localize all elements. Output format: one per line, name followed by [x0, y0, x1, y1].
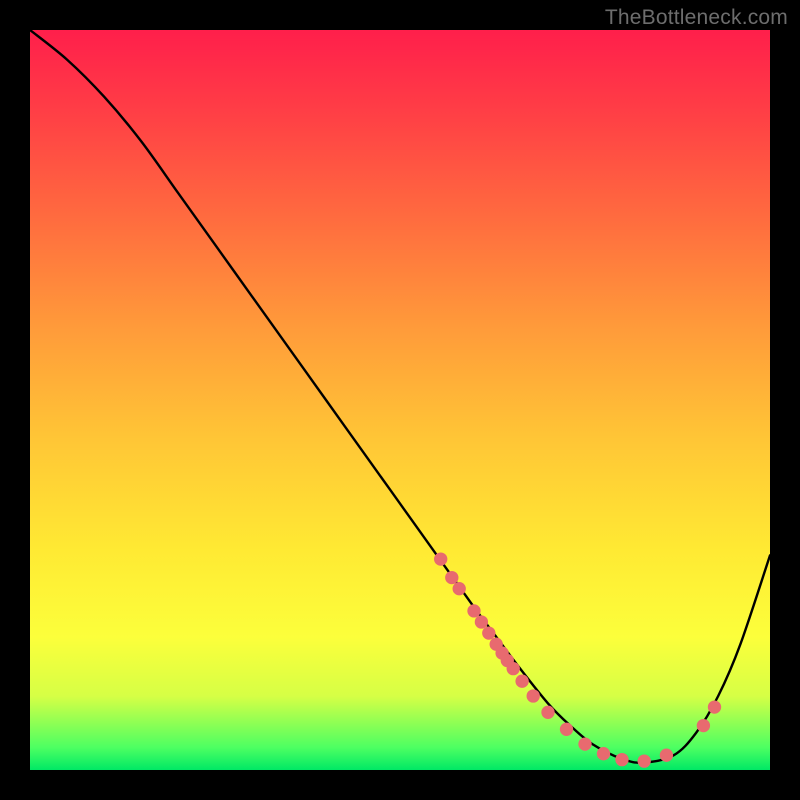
data-point — [527, 689, 540, 702]
chart-plot-area — [30, 30, 770, 770]
data-point — [578, 737, 591, 750]
watermark-text: TheBottleneck.com — [605, 6, 788, 30]
data-point — [660, 749, 673, 762]
bottleneck-curve — [30, 30, 770, 763]
data-point — [638, 754, 651, 767]
data-point — [434, 552, 447, 565]
data-point — [475, 615, 488, 628]
data-point — [453, 582, 466, 595]
data-point — [467, 604, 480, 617]
data-point — [708, 700, 721, 713]
data-point — [507, 662, 520, 675]
data-point — [560, 723, 573, 736]
data-point — [541, 706, 554, 719]
bottleneck-chart — [30, 30, 770, 770]
data-point — [482, 626, 495, 639]
data-point — [597, 747, 610, 760]
data-point — [445, 571, 458, 584]
data-point — [615, 753, 628, 766]
data-point — [515, 675, 528, 688]
data-point — [697, 719, 710, 732]
